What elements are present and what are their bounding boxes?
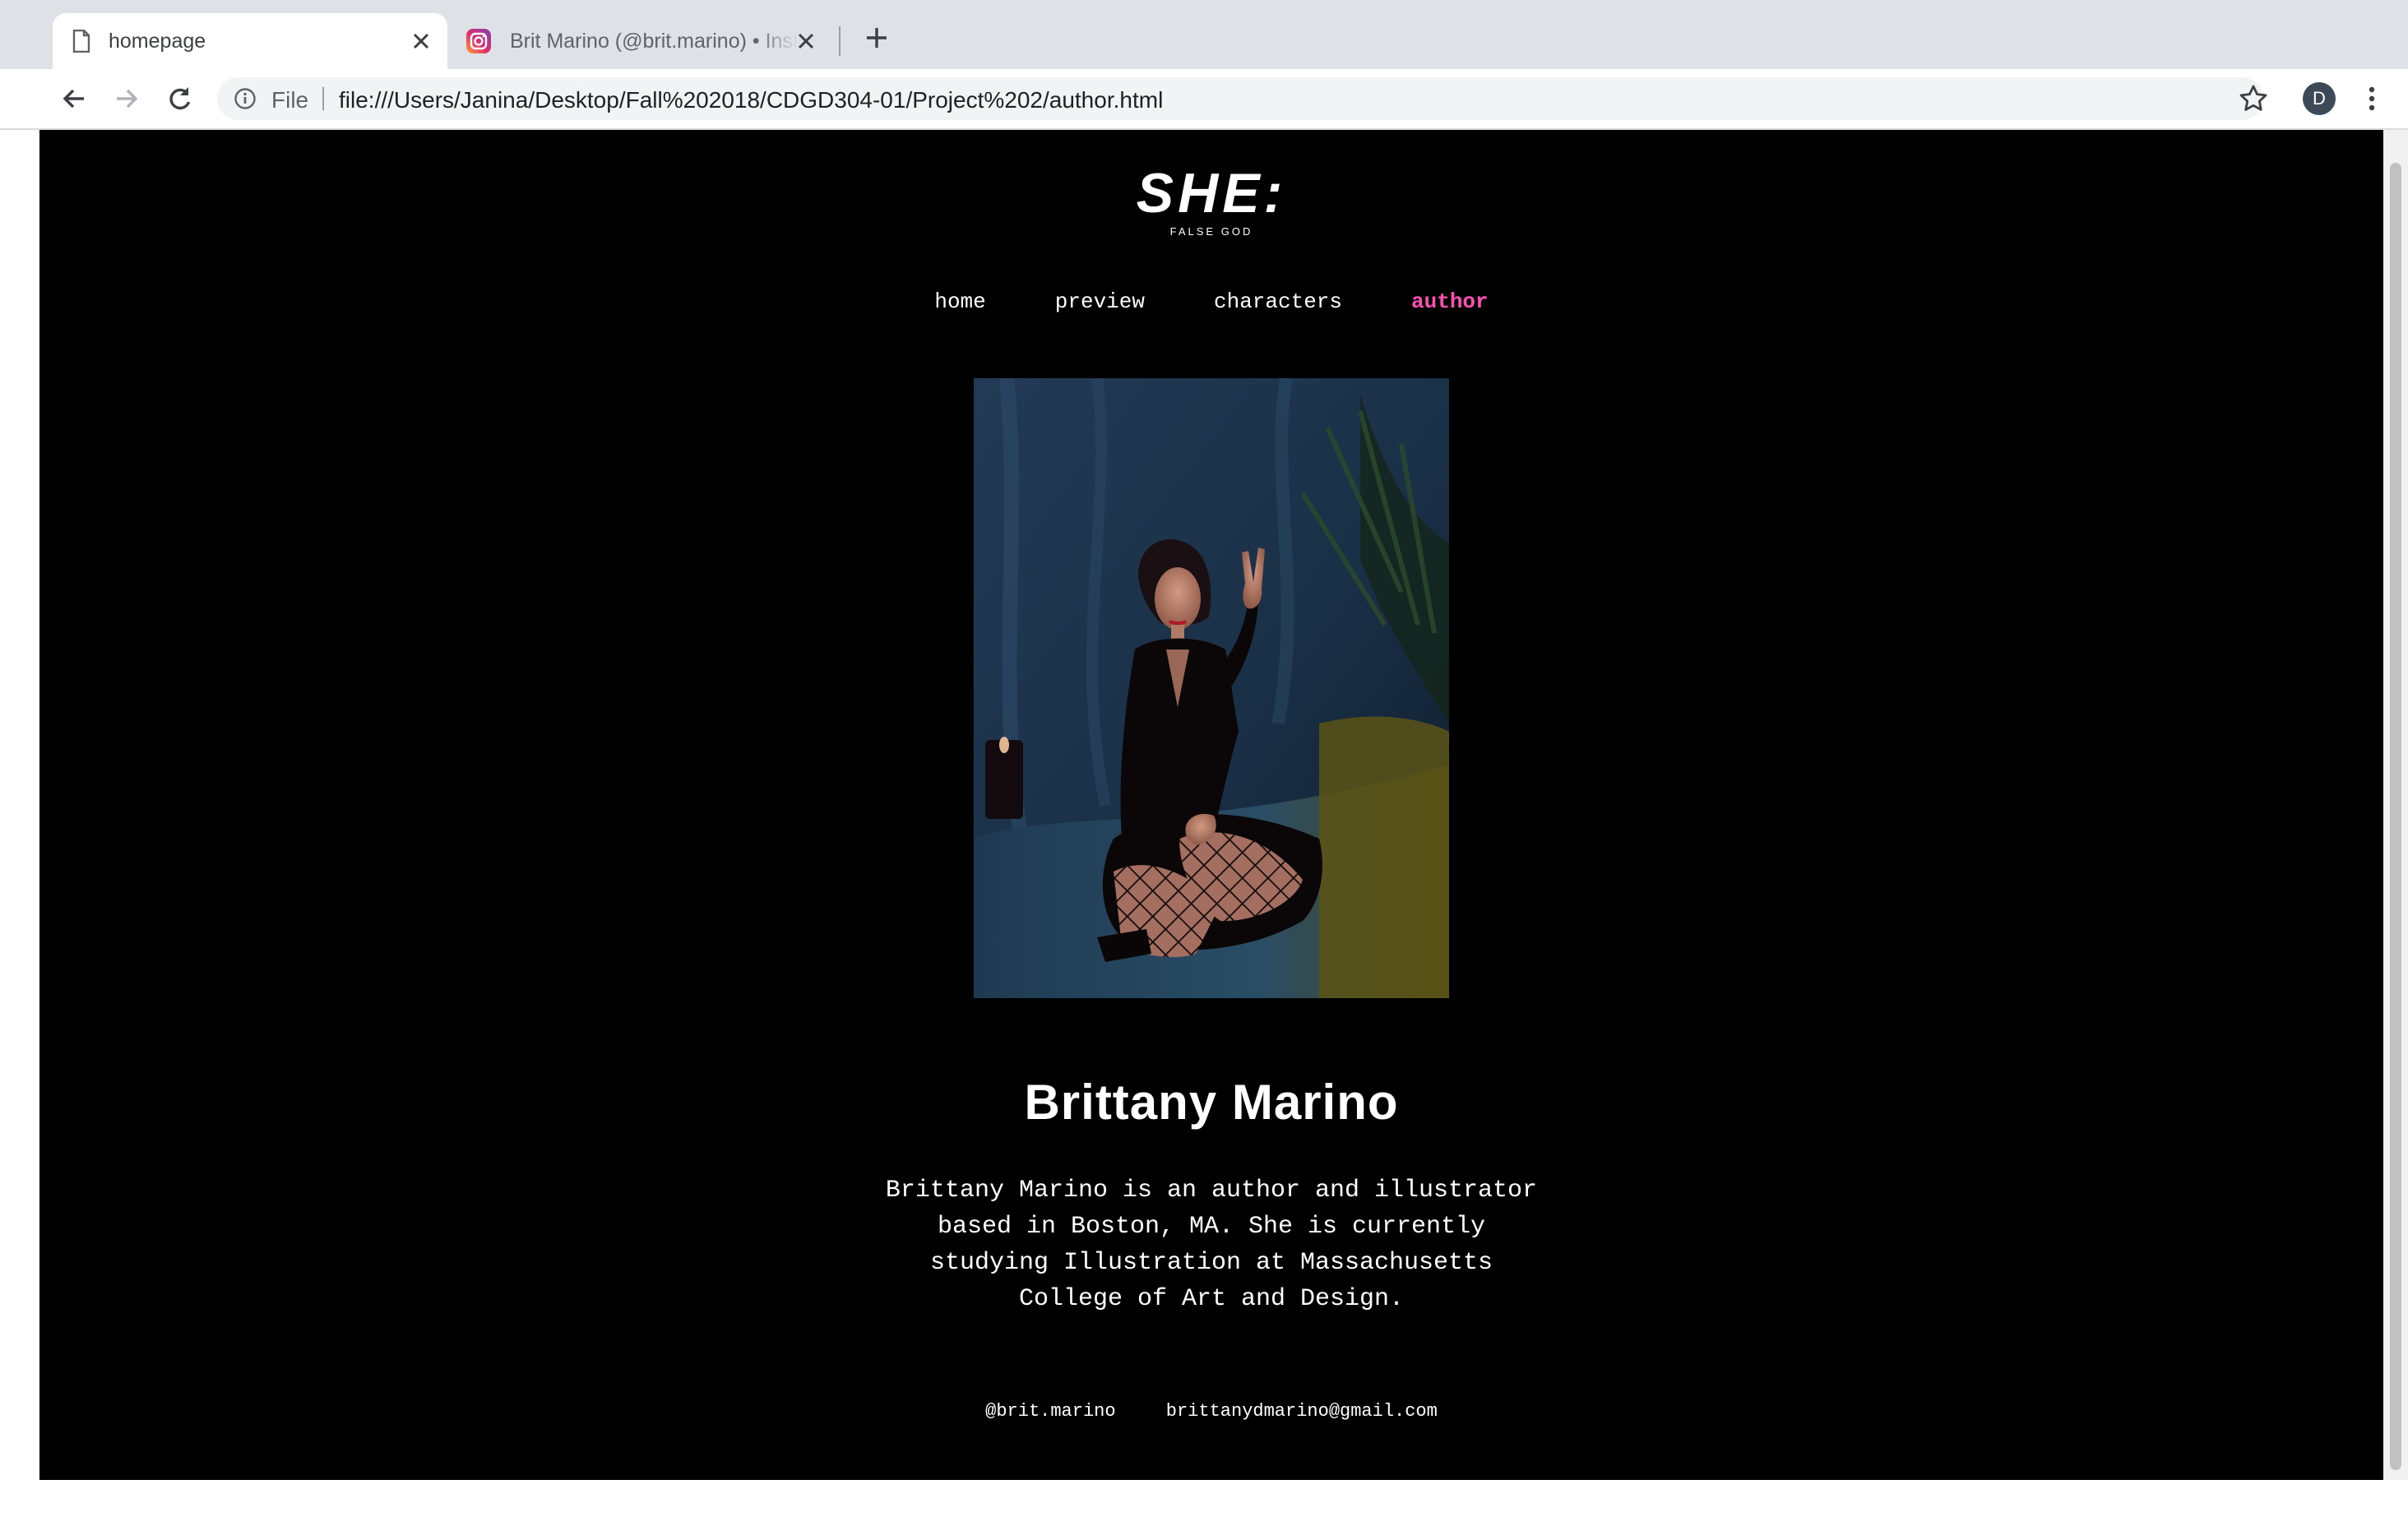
nav-author[interactable]: author: [1411, 289, 1489, 314]
address-divider: [322, 87, 324, 110]
nav-characters[interactable]: characters: [1214, 289, 1342, 314]
close-icon[interactable]: [793, 28, 819, 54]
scheme-label: File: [271, 87, 309, 113]
bio-line: studying Illustration at Massachusetts: [929, 1249, 1493, 1277]
main-nav: home preview characters author: [39, 289, 2383, 314]
tab-title: homepage: [109, 29, 206, 53]
tab-instagram[interactable]: Brit Marino (@brit.marino) • Instagram: [454, 13, 832, 69]
close-icon[interactable]: [408, 28, 434, 54]
author-bio: Brittany Marino is an author and illustr…: [882, 1172, 1540, 1317]
nav-home[interactable]: home: [934, 289, 985, 314]
profile-avatar[interactable]: D: [2303, 82, 2336, 115]
instagram-link[interactable]: @brit.marino: [985, 1401, 1115, 1422]
site-logo[interactable]: SHE:: [39, 161, 2383, 225]
info-icon[interactable]: [234, 87, 257, 110]
bio-line: College of Art and Design.: [1018, 1285, 1405, 1313]
url-text[interactable]: file:///Users/Janina/Desktop/Fall%202018…: [339, 87, 1163, 113]
more-vertical-icon[interactable]: [2359, 82, 2385, 115]
page-viewport: SHE: FALSE GOD home preview characters a…: [39, 130, 2383, 1480]
tab-homepage[interactable]: homepage: [53, 13, 447, 69]
tab-title: Brit Marino (@brit.marino) • Instagram: [510, 29, 798, 53]
document-icon: [72, 30, 90, 53]
reload-icon[interactable]: [163, 82, 196, 115]
scrollbar-thumb[interactable]: [2390, 163, 2401, 1470]
instagram-icon: [466, 29, 491, 53]
nav-preview[interactable]: preview: [1055, 289, 1145, 314]
tab-strip: homepage Brit Marino (@brit.marino) • In…: [0, 0, 2408, 69]
address-bar[interactable]: File file:///Users/Janina/Desktop/Fall%2…: [217, 77, 2263, 120]
author-photo: [974, 378, 1449, 998]
back-arrow-icon[interactable]: [58, 82, 90, 115]
browser-toolbar: File file:///Users/Janina/Desktop/Fall%2…: [0, 69, 2408, 130]
new-tab-plus-icon[interactable]: [860, 21, 893, 54]
bio-line: Brittany Marino is an author and illustr…: [885, 1177, 1538, 1205]
bio-line: based in Boston, MA. She is currently: [937, 1213, 1486, 1241]
author-name: Brittany Marino: [1024, 1075, 1399, 1130]
site-logo-subtitle: FALSE GOD: [1169, 225, 1253, 238]
forward-arrow-icon[interactable]: [110, 82, 143, 115]
contact-links: @brit.marino brittanydmarino@gmail.com: [39, 1401, 2383, 1422]
tab-separator: [839, 26, 840, 56]
email-link[interactable]: brittanydmarino@gmail.com: [1166, 1401, 1438, 1422]
scrollbar[interactable]: [2383, 130, 2408, 1480]
bookmark-star-icon[interactable]: [2237, 82, 2270, 115]
